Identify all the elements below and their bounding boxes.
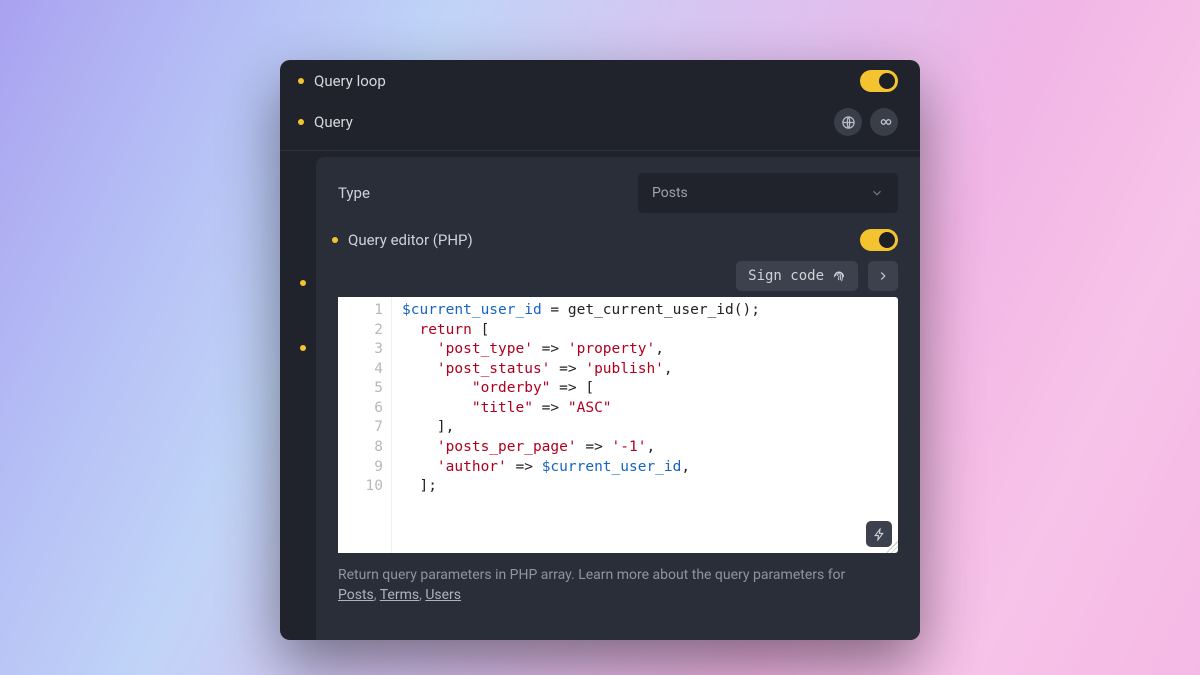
query-loop-label: Query loop: [314, 72, 386, 90]
query-loop-row: Query loop: [280, 60, 920, 102]
query-editor-label: Query editor (PHP): [348, 231, 473, 249]
lightning-icon: [873, 528, 886, 541]
infinity-icon: [876, 114, 892, 130]
globe-icon: [841, 115, 856, 130]
bullet-icon: [298, 78, 304, 84]
query-subpanel: Type Posts Query editor (PHP) Sign code: [316, 157, 920, 640]
settings-panel: Query loop Query Type: [280, 60, 920, 640]
bullet-icon: [298, 119, 304, 125]
type-select[interactable]: Posts: [638, 173, 898, 213]
type-row: Type Posts: [338, 173, 898, 213]
sign-code-button[interactable]: Sign code: [736, 261, 858, 291]
type-label: Type: [338, 184, 370, 202]
query-loop-toggle[interactable]: [860, 70, 898, 92]
help-link-users[interactable]: Users: [425, 587, 461, 603]
query-label: Query: [314, 113, 353, 131]
help-link-posts[interactable]: Posts: [338, 587, 374, 603]
globe-icon-button[interactable]: [834, 108, 862, 136]
divider: [280, 150, 920, 151]
code-toolbar: Sign code: [338, 261, 898, 291]
sign-code-label: Sign code: [748, 268, 824, 284]
app-background: Query loop Query Type: [0, 0, 1200, 675]
expand-button[interactable]: [868, 261, 898, 291]
chevron-right-icon: [876, 269, 890, 283]
help-link-terms[interactable]: Terms: [380, 587, 419, 603]
bullet-icon: [332, 237, 338, 243]
resize-handle[interactable]: [886, 541, 898, 553]
fingerprint-icon: [832, 269, 846, 283]
code-body[interactable]: $current_user_id = get_current_user_id()…: [392, 297, 898, 553]
query-row: Query: [280, 102, 920, 150]
code-gutter: 1 2 3 4 5 6 7 8 9 10: [338, 297, 392, 553]
code-editor[interactable]: 1 2 3 4 5 6 7 8 9 10 $current_user_id = …: [338, 297, 898, 553]
chevron-down-icon: [870, 186, 884, 200]
query-editor-row: Query editor (PHP): [332, 227, 898, 261]
bullet-icon: [300, 345, 306, 351]
help-text: Return query parameters in PHP array. Le…: [338, 565, 898, 606]
infinity-icon-button[interactable]: [870, 108, 898, 136]
query-editor-toggle[interactable]: [860, 229, 898, 251]
bullet-icon: [300, 280, 306, 286]
type-select-value: Posts: [652, 185, 688, 201]
